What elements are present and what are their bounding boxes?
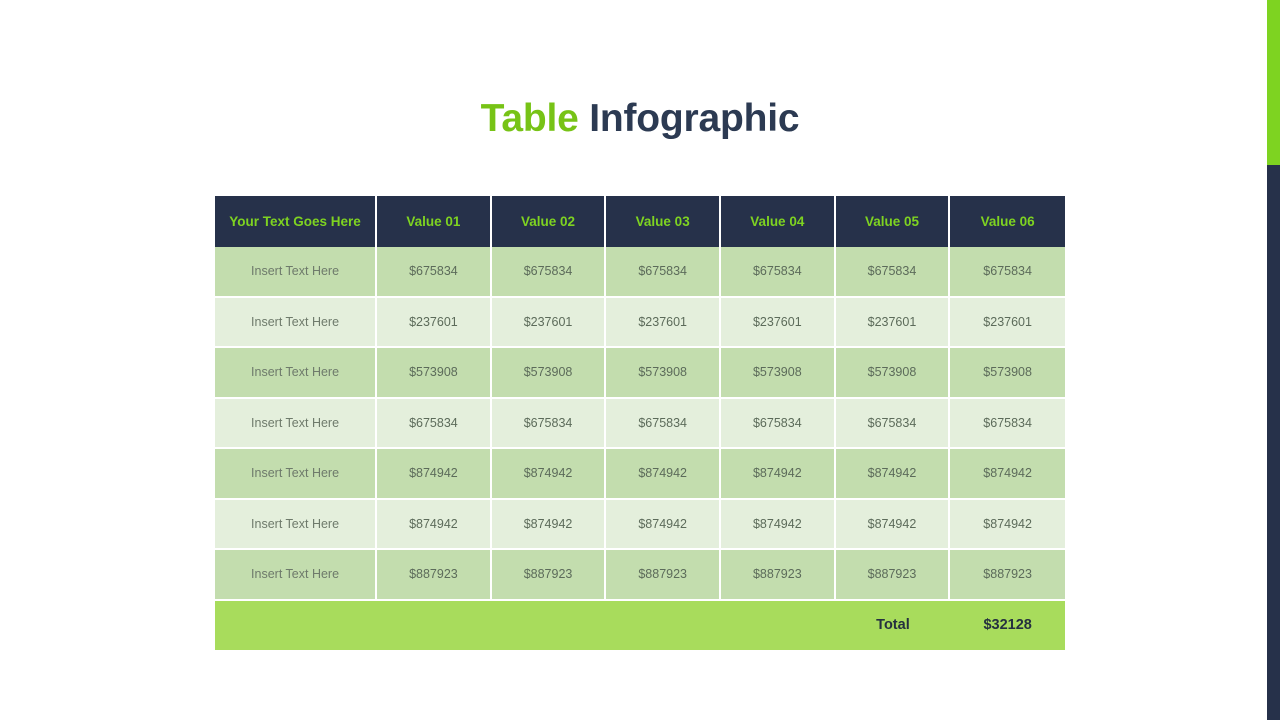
row-label: Insert Text Here xyxy=(215,499,378,550)
cell-value: $874942 xyxy=(721,499,836,550)
table-header: Your Text Goes Here Value 01 Value 02 Value… xyxy=(215,196,1065,247)
cell-value: $573908 xyxy=(721,348,836,399)
cell-value: $237601 xyxy=(721,297,836,348)
cell-value: $874942 xyxy=(950,449,1065,500)
row-label: Insert Text Here xyxy=(215,550,378,601)
cell-value: $675834 xyxy=(377,247,492,298)
cell-value: $874942 xyxy=(606,449,721,500)
cell-value: $573908 xyxy=(950,348,1065,399)
cell-value: $887923 xyxy=(721,550,836,601)
cell-value: $573908 xyxy=(491,348,607,399)
cell-value: $874942 xyxy=(377,449,492,500)
row-label: Insert Text Here xyxy=(215,247,378,298)
cell-value: $675834 xyxy=(835,398,951,449)
table-row: Insert Text Here $874942 $874942 $874942 $87… xyxy=(215,499,1065,550)
table-row: Insert Text Here $675834 $675834 $675834 $67… xyxy=(215,398,1065,449)
infographic-table: Your Text Goes Here Value 01 Value 02 Value… xyxy=(215,196,1065,650)
cell-value: $675834 xyxy=(491,398,607,449)
total-label: Total xyxy=(835,600,951,650)
row-label: Insert Text Here xyxy=(215,449,378,500)
cell-value: $675834 xyxy=(491,247,607,298)
column-header-1[interactable]: Value 01 xyxy=(377,196,492,247)
row-label: Insert Text Here xyxy=(215,297,378,348)
cell-value: $237601 xyxy=(950,297,1065,348)
cell-value: $874942 xyxy=(835,449,951,500)
table-row: Insert Text Here $874942 $874942 $874942 $87… xyxy=(215,449,1065,500)
cell-value: $573908 xyxy=(606,348,721,399)
slide-canvas: Table Infographic Your Text Goes Here Val… xyxy=(0,0,1280,720)
column-header-5[interactable]: Value 05 xyxy=(835,196,951,247)
column-header-4[interactable]: Value 04 xyxy=(721,196,836,247)
total-row: Total $32128 xyxy=(215,600,1065,650)
column-header-6[interactable]: Value 06 xyxy=(950,196,1065,247)
table-row: Insert Text Here $675834 $675834 $675834 $67… xyxy=(215,247,1065,298)
table-body: Insert Text Here $675834 $675834 $675834 $67… xyxy=(215,247,1065,601)
header-row: Your Text Goes Here Value 01 Value 02 Value… xyxy=(215,196,1065,247)
cell-value: $874942 xyxy=(491,499,607,550)
cell-value: $237601 xyxy=(606,297,721,348)
cell-value: $675834 xyxy=(950,398,1065,449)
cell-value: $573908 xyxy=(377,348,492,399)
cell-value: $874942 xyxy=(721,449,836,500)
page-title: Table Infographic xyxy=(0,95,1280,142)
cell-value: $237601 xyxy=(491,297,607,348)
total-row-spacer xyxy=(215,600,836,650)
row-label: Insert Text Here xyxy=(215,348,378,399)
cell-value: $675834 xyxy=(606,247,721,298)
cell-value: $675834 xyxy=(950,247,1065,298)
table-footer: Total $32128 xyxy=(215,600,1065,650)
column-header-3[interactable]: Value 03 xyxy=(606,196,721,247)
cell-value: $874942 xyxy=(835,499,951,550)
table-row: Insert Text Here $573908 $573908 $573908 $57… xyxy=(215,348,1065,399)
page-title-accent: Table xyxy=(480,97,579,140)
total-value: $32128 xyxy=(950,600,1065,650)
cell-value: $573908 xyxy=(835,348,951,399)
cell-value: $887923 xyxy=(491,550,607,601)
cell-value: $675834 xyxy=(377,398,492,449)
cell-value: $237601 xyxy=(835,297,951,348)
cell-value: $874942 xyxy=(377,499,492,550)
edge-bar-navy-segment xyxy=(1267,165,1280,720)
cell-value: $675834 xyxy=(606,398,721,449)
cell-value: $675834 xyxy=(721,398,836,449)
column-header-0[interactable]: Your Text Goes Here xyxy=(215,196,378,247)
table-row: Insert Text Here $887923 $887923 $887923 $88… xyxy=(215,550,1065,601)
cell-value: $874942 xyxy=(606,499,721,550)
cell-value: $675834 xyxy=(721,247,836,298)
cell-value: $237601 xyxy=(377,297,492,348)
cell-value: $887923 xyxy=(377,550,492,601)
table-container: Your Text Goes Here Value 01 Value 02 Value… xyxy=(215,196,1065,650)
column-header-2[interactable]: Value 02 xyxy=(491,196,607,247)
table-row: Insert Text Here $237601 $237601 $237601 $23… xyxy=(215,297,1065,348)
row-label: Insert Text Here xyxy=(215,398,378,449)
cell-value: $887923 xyxy=(950,550,1065,601)
cell-value: $887923 xyxy=(835,550,951,601)
page-title-rest: Infographic xyxy=(589,97,800,140)
cell-value: $874942 xyxy=(950,499,1065,550)
cell-value: $874942 xyxy=(491,449,607,500)
cell-value: $675834 xyxy=(835,247,951,298)
cell-value: $887923 xyxy=(606,550,721,601)
